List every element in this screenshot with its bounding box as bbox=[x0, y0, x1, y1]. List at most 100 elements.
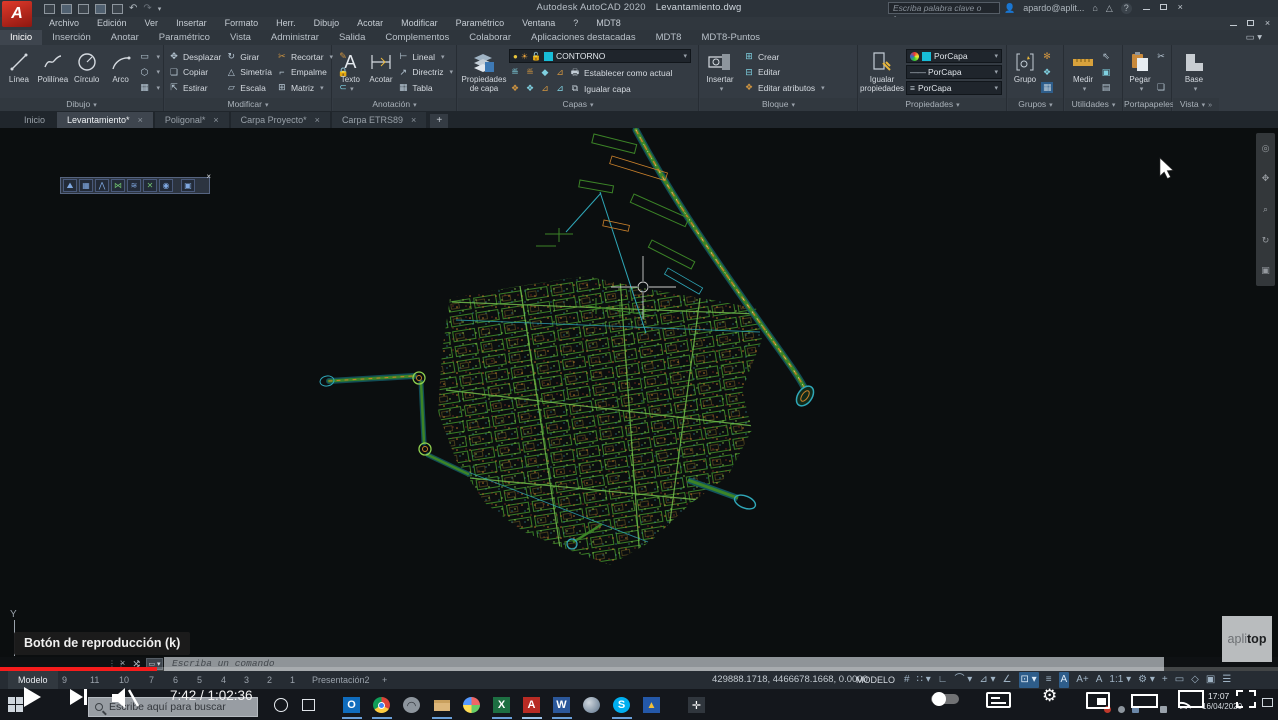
mdt-floating-toolbar[interactable]: ⛰ ▦ ⋀ ⋈ ≋ ✕ ◉ ▣ × bbox=[60, 177, 210, 194]
object-color-combobox[interactable]: PorCapa▾ bbox=[906, 49, 1002, 63]
skype-icon[interactable]: S bbox=[613, 697, 630, 713]
customization-icon[interactable]: ☰ bbox=[1222, 672, 1231, 688]
menu-ventana[interactable]: Ventana bbox=[513, 17, 564, 30]
copy-button[interactable]: ❏Copiar bbox=[168, 66, 221, 79]
file-tab-poligonal[interactable]: Poligonal*× bbox=[155, 112, 229, 128]
signin-user-icon[interactable]: 👤 bbox=[1004, 3, 1015, 14]
new-drawing-tab-button[interactable]: + bbox=[430, 114, 448, 128]
play-button[interactable] bbox=[24, 687, 41, 707]
quick-select-icon[interactable]: ▣ bbox=[1100, 66, 1112, 79]
mdt-tool-icon[interactable]: ≋ bbox=[127, 179, 141, 192]
pan-icon[interactable]: ✥ bbox=[1262, 173, 1270, 184]
ribbon-tab-mdt8[interactable]: MDT8 bbox=[646, 30, 692, 45]
hatch-tool-icon[interactable]: ▦▾ bbox=[139, 81, 161, 94]
menu-modificar[interactable]: Modificar bbox=[392, 17, 447, 30]
edit-block-button[interactable]: ⊟Editar bbox=[743, 66, 825, 79]
cast-icon[interactable] bbox=[1178, 690, 1204, 710]
layout-tab-6[interactable]: 6 bbox=[173, 671, 178, 689]
menu-parametrico[interactable]: Paramétrico bbox=[447, 17, 514, 30]
clean-screen-icon[interactable]: ▣ bbox=[1206, 672, 1215, 688]
app-store-cart-icon[interactable]: ⌂ bbox=[1092, 3, 1097, 13]
panel-label-propiedades[interactable]: Propiedades▾ bbox=[859, 98, 1006, 111]
annotation-visibility-icon[interactable]: A bbox=[1059, 672, 1070, 688]
layout-tab-11[interactable]: 11 bbox=[90, 671, 99, 689]
menu-edicion[interactable]: Edición bbox=[88, 17, 136, 30]
doc-minimize-button[interactable] bbox=[1227, 19, 1240, 29]
panel-label-modificar[interactable]: Modificar▾ bbox=[165, 98, 331, 111]
word-icon[interactable]: W bbox=[553, 697, 570, 713]
insert-block-button[interactable]: Insertar▾ bbox=[703, 47, 737, 97]
osnap-icon[interactable]: ⊡ ▾ bbox=[1019, 672, 1039, 688]
layer-combobox[interactable]: ● ☀ 🔓 CONTORNO ▾ bbox=[509, 49, 691, 63]
mdt-tool-icon[interactable]: ⋈ bbox=[111, 179, 125, 192]
panel-label-grupos[interactable]: Grupos▾ bbox=[1008, 98, 1063, 111]
layout-tab-4[interactable]: 4 bbox=[221, 671, 226, 689]
doc-restore-button[interactable] bbox=[1244, 19, 1257, 29]
zoom-icon[interactable]: ⌕ bbox=[1263, 204, 1268, 215]
isolate-icon[interactable]: ◇ bbox=[1191, 672, 1199, 688]
file-tab-carpa-etrs89[interactable]: Carpa ETRS89× bbox=[332, 112, 426, 128]
ribbon-tab-administrar[interactable]: Administrar bbox=[261, 30, 329, 45]
array-button[interactable]: ⊞Matriz▾ bbox=[276, 81, 333, 94]
swirl-app-icon[interactable]: ◠ bbox=[403, 697, 420, 713]
layout-tab-2[interactable]: 2 bbox=[267, 671, 272, 689]
ribbon-tab-vista[interactable]: Vista bbox=[220, 30, 261, 45]
tray-clock[interactable]: 17:07 bbox=[1208, 691, 1229, 701]
group-button[interactable]: Grupo bbox=[1011, 47, 1039, 97]
close-tab-icon[interactable]: × bbox=[411, 115, 416, 125]
menu-ver[interactable]: Ver bbox=[136, 17, 168, 30]
ribbon-tab-colaborar[interactable]: Colaborar bbox=[459, 30, 521, 45]
google-earth-icon[interactable] bbox=[583, 697, 600, 713]
annotation-autoscale-icon[interactable]: A+ bbox=[1076, 672, 1089, 688]
theater-mode-icon[interactable] bbox=[1131, 694, 1158, 708]
ribbon-tab-anotar[interactable]: Anotar bbox=[101, 30, 149, 45]
paste-button[interactable]: Pegar▾ bbox=[1127, 47, 1153, 97]
layout-tab-3[interactable]: 3 bbox=[244, 671, 249, 689]
full-nav-wheel-icon[interactable]: ◎ bbox=[1262, 143, 1270, 154]
leader-button[interactable]: ↗Directriz▾ bbox=[397, 66, 453, 79]
help-icon[interactable]: ? bbox=[1121, 3, 1132, 14]
layout-tab-1[interactable]: 1 bbox=[290, 671, 295, 689]
match-layer-button[interactable]: ❖❖⊿⊿ ⧉ Igualar capa bbox=[509, 82, 691, 95]
panel-label-portapapeles[interactable]: Portapapeles bbox=[1124, 98, 1171, 111]
menu-formato[interactable]: Formato bbox=[216, 17, 268, 30]
trim-button[interactable]: ✂Recortar▾ bbox=[276, 50, 333, 63]
subtitles-icon[interactable] bbox=[986, 692, 1011, 708]
file-tab-levantamiento[interactable]: Levantamiento*× bbox=[57, 112, 153, 128]
ribbon-tab-aplicaciones[interactable]: Aplicaciones destacadas bbox=[521, 30, 646, 45]
quick-properties-icon[interactable]: ▭ bbox=[1175, 672, 1184, 688]
player-settings-icon[interactable]: ⚙ bbox=[1042, 686, 1057, 706]
ribbon-tab-complementos[interactable]: Complementos bbox=[375, 30, 459, 45]
ribbon-display-toggle-icon[interactable]: ▭ ▾ bbox=[1236, 30, 1272, 45]
start-button[interactable] bbox=[8, 697, 23, 712]
file-tab-inicio[interactable]: Inicio bbox=[14, 112, 55, 128]
polyline-button[interactable]: Polilínea bbox=[37, 47, 69, 97]
layout-tab-presentacion2[interactable]: Presentación2 bbox=[312, 671, 370, 689]
menu-mdt8[interactable]: MDT8 bbox=[587, 17, 630, 30]
polar-icon[interactable]: ⌒ ▾ bbox=[955, 672, 973, 688]
scale-value[interactable]: 1:1 ▾ bbox=[1109, 672, 1131, 688]
linear-dim-button[interactable]: ⊢Lineal▾ bbox=[397, 50, 453, 63]
arc-button[interactable]: Arco bbox=[105, 47, 137, 97]
set-current-layer-button[interactable]: ≝≝◆⊿ 🖶 Establecer como actual bbox=[509, 66, 691, 79]
layout-tab-7[interactable]: 7 bbox=[149, 671, 154, 689]
create-block-button[interactable]: ⊞Crear bbox=[743, 50, 825, 63]
navigation-bar[interactable]: ◎ ✥ ⌕ ↻ ▣ bbox=[1256, 133, 1275, 286]
mdt-app-icon[interactable]: ▲ bbox=[643, 697, 660, 713]
ortho-icon[interactable]: ∟ bbox=[938, 672, 948, 688]
layout-tab-5[interactable]: 5 bbox=[197, 671, 202, 689]
drawing-canvas[interactable]: ⛰ ▦ ⋀ ⋈ ≋ ✕ ◉ ▣ × ◎ ✥ ⌕ ↻ ▣ Y bbox=[0, 128, 1278, 657]
mdt-tool-icon[interactable]: ◉ bbox=[159, 179, 173, 192]
circle-button[interactable]: Círculo bbox=[71, 47, 103, 97]
copy-clip-icon[interactable]: ❏ bbox=[1155, 81, 1167, 94]
move-button[interactable]: ✥Desplazar bbox=[168, 50, 221, 63]
scale-button[interactable]: ▱Escala bbox=[225, 81, 272, 94]
panel-label-anotacion[interactable]: Anotación▾ bbox=[333, 98, 456, 111]
autocad-icon[interactable]: A bbox=[523, 697, 540, 713]
ribbon-tab-inicio[interactable]: Inicio bbox=[0, 30, 42, 45]
line-button[interactable]: Línea bbox=[3, 47, 35, 97]
mdt-tool-icon[interactable]: ⋀ bbox=[95, 179, 109, 192]
panel-label-dibujo[interactable]: Dibujo▾ bbox=[0, 98, 163, 111]
restore-button[interactable] bbox=[1157, 3, 1170, 13]
panel-label-utilidades[interactable]: Utilidades▾ bbox=[1065, 98, 1122, 111]
